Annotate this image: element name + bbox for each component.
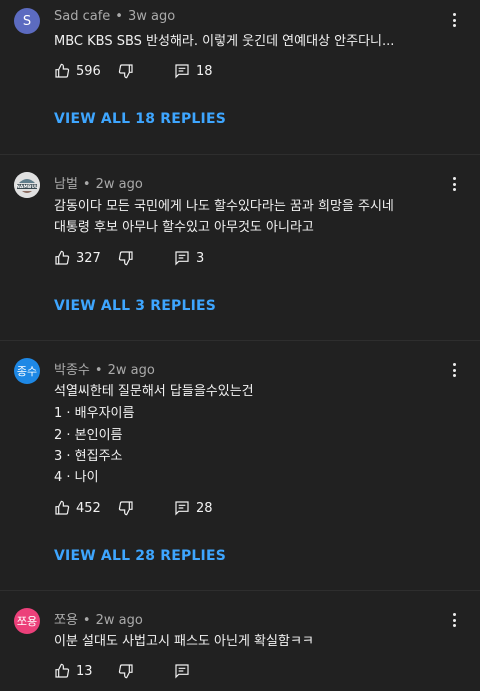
svg-text:NAMBUL: NAMBUL xyxy=(16,184,38,190)
comment-text: 감동이다 모든 국민에게 나도 할수있다라는 꿈과 희망을 주시네 xyxy=(54,199,394,214)
like-count: 596 xyxy=(76,63,101,79)
comment-text: 이분 설대도 사법고시 패스도 아닌게 확실함ㅋㅋ xyxy=(54,634,314,649)
comment-time: 2w ago xyxy=(95,613,143,628)
more-vert-icon[interactable] xyxy=(448,175,460,193)
like-button[interactable]: 327 xyxy=(54,250,101,266)
comment-text: 석열씨한테 질문해서 답들을수있는건 xyxy=(54,384,254,399)
view-replies-link[interactable]: VIEW ALL 18 REPLIES xyxy=(54,111,226,127)
author-name[interactable]: 박종수 xyxy=(54,363,90,378)
dislike-button[interactable] xyxy=(118,250,134,266)
comment-time: 2w ago xyxy=(95,177,143,192)
comment-icon xyxy=(175,501,189,516)
thumbs-up-icon xyxy=(55,663,70,678)
more-vert-icon[interactable] xyxy=(448,611,460,629)
dislike-button[interactable] xyxy=(118,500,134,516)
like-count: 13 xyxy=(76,663,93,679)
comment-text: 3 · 현집주소 xyxy=(54,449,123,464)
avatar[interactable]: NAMBUL xyxy=(14,172,40,198)
comment-icon xyxy=(175,251,189,266)
thumbs-down-icon xyxy=(118,251,133,266)
thumbs-down-icon xyxy=(118,664,133,679)
comment-text: 1 · 배우자이름 xyxy=(54,406,135,421)
comment-meta: 박종수 • 2w ago xyxy=(54,363,155,378)
nambul-logo: NAMBUL xyxy=(14,172,40,198)
author-name[interactable]: Sad cafe xyxy=(54,9,110,24)
avatar[interactable]: 종수 xyxy=(14,358,40,384)
thumbs-up-icon xyxy=(55,250,70,265)
comment-text: 대통령 후보 아무나 할수있고 아무것도 아니라고 xyxy=(54,220,314,235)
author-name[interactable]: 남벌 xyxy=(54,177,78,192)
like-count: 452 xyxy=(76,500,101,516)
avatar[interactable]: S xyxy=(14,8,40,34)
comment: S Sad cafe • 3w ago MBC KBS SBS 반성해라. 이렇게 … xyxy=(0,0,480,154)
comment-time: 2w ago xyxy=(107,363,155,378)
comment: 쪼용 쪼용 • 2w ago 이분 설대도 사법고시 패스도 아닌게 확실함ㅋㅋ 1… xyxy=(0,590,480,691)
comment-time: 3w ago xyxy=(127,9,176,24)
view-replies-link[interactable]: VIEW ALL 28 REPLIES xyxy=(54,548,226,564)
reply-count: 28 xyxy=(196,500,213,516)
like-button[interactable]: 13 xyxy=(54,663,93,679)
comment: 종수 박종수 • 2w ago 석열씨한테 질문해서 답들을수있는건 1 · 배우자… xyxy=(0,340,480,590)
reply-button[interactable]: 3 xyxy=(174,250,204,266)
avatar[interactable]: 쪼용 xyxy=(14,608,40,634)
dislike-button[interactable] xyxy=(118,63,134,79)
comment-meta: 남벌 • 2w ago xyxy=(54,177,143,192)
thumbs-down-icon xyxy=(118,64,133,79)
reply-button[interactable]: 18 xyxy=(174,63,213,79)
dislike-button[interactable] xyxy=(118,663,134,679)
thumbs-down-icon xyxy=(118,501,133,516)
comment-meta: Sad cafe • 3w ago xyxy=(54,9,176,24)
more-vert-icon[interactable] xyxy=(448,361,460,379)
more-vert-icon[interactable] xyxy=(448,11,460,29)
thumbs-up-icon xyxy=(55,500,70,515)
like-button[interactable]: 452 xyxy=(54,500,101,516)
comment: NAMBUL 남벌 • 2w ago 감동이다 모든 국민에게 나도 할수있다라는 … xyxy=(0,154,480,340)
comment-text: MBC KBS SBS 반성해라. 이렇게 웃긴데 연예대상 안주다니... xyxy=(54,34,395,49)
view-replies-link[interactable]: VIEW ALL 3 REPLIES xyxy=(54,298,216,314)
thumbs-up-icon xyxy=(55,63,70,78)
author-name[interactable]: 쪼용 xyxy=(54,613,78,628)
comment-icon xyxy=(175,664,189,679)
reply-button[interactable] xyxy=(174,663,190,679)
comment-text: 2 · 본인이름 xyxy=(54,428,123,443)
comment-text: 4 · 나이 xyxy=(54,470,99,485)
reply-count: 18 xyxy=(196,63,213,79)
comment-icon xyxy=(175,64,189,79)
like-count: 327 xyxy=(76,250,101,266)
comment-meta: 쪼용 • 2w ago xyxy=(54,613,143,628)
reply-count: 3 xyxy=(196,250,205,266)
reply-button[interactable]: 28 xyxy=(174,500,213,516)
like-button[interactable]: 596 xyxy=(54,63,101,79)
